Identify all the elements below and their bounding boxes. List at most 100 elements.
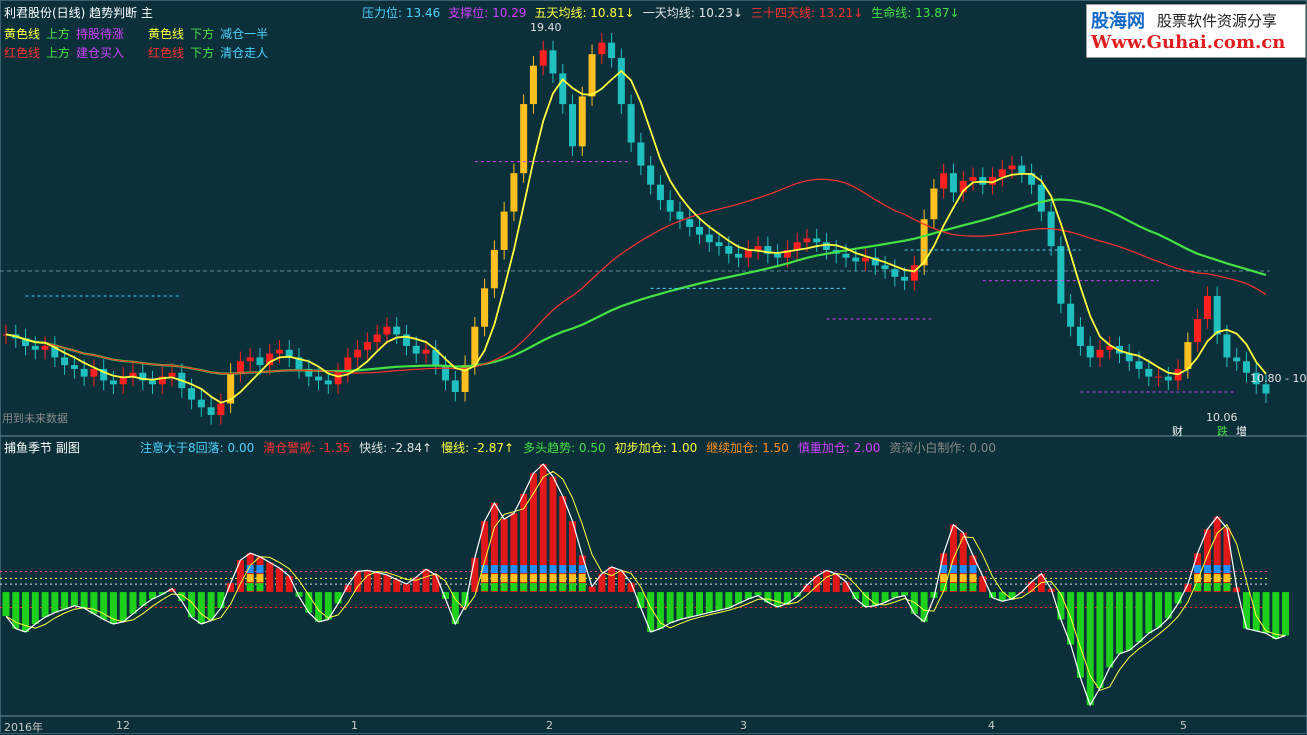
osc-bar	[1106, 592, 1114, 668]
candle-body	[41, 345, 49, 350]
legend-row-yellow: 黄色线 上方 持股待涨 黄色线 下方 减仓一半	[4, 25, 274, 42]
candle-body	[1194, 319, 1202, 343]
osc-bar	[373, 572, 381, 593]
logo-tagline: 股票软件资源分享	[1157, 12, 1278, 30]
candle-body	[80, 368, 88, 377]
candle-body	[188, 388, 196, 400]
candle-body	[315, 376, 323, 381]
candle-body	[910, 265, 918, 281]
bottom-marker-1: 跌	[1217, 425, 1228, 438]
candle-body	[578, 96, 586, 147]
time-axis-apr: 4	[988, 719, 995, 732]
osc-bar	[383, 574, 391, 593]
sub-indicator-4: 多头趋势: 0.50	[523, 441, 606, 455]
candle-body	[529, 65, 537, 105]
osc-band	[959, 583, 967, 592]
osc-band	[539, 565, 547, 574]
osc-bar	[1282, 592, 1290, 636]
osc-bar	[979, 576, 987, 593]
candle-body	[393, 326, 401, 335]
osc-band	[1203, 583, 1211, 592]
candle-body	[647, 165, 655, 185]
candle-body	[1096, 349, 1104, 358]
candle-body	[490, 249, 498, 289]
candle-body	[61, 357, 69, 366]
legend-item-1-4: 下方	[190, 46, 215, 60]
stock-chart-canvas[interactable]	[0, 0, 1307, 735]
osc-bar	[686, 592, 694, 618]
time-axis-year: 2016年	[4, 721, 43, 734]
candle-body	[324, 380, 332, 385]
candle-body	[1203, 296, 1211, 320]
osc-band	[500, 565, 508, 574]
candle-body	[442, 365, 450, 381]
candle-body	[744, 249, 752, 258]
osc-bar	[1115, 592, 1123, 654]
osc-band	[510, 565, 518, 574]
candle-body	[1164, 376, 1172, 381]
osc-band	[559, 583, 567, 592]
bottom-markers: 财 跌增	[1172, 423, 1255, 439]
candle-body	[1213, 296, 1221, 335]
candle-body	[539, 50, 547, 66]
legend-item-1-2: 建仓买入	[76, 46, 125, 60]
logo-brand: 股海网	[1091, 11, 1145, 32]
osc-band	[569, 574, 577, 583]
osc-band	[959, 565, 967, 574]
osc-band	[520, 583, 528, 592]
osc-bar	[266, 562, 274, 593]
candle-body	[197, 399, 205, 408]
osc-band	[578, 574, 586, 583]
main-indicator-5: 生命线: 13.87↓	[871, 6, 960, 20]
main-indicator-bar: 压力位: 13.46 支撑位: 10.29 五天均线: 10.81↓ 一天均线: 10…	[362, 4, 968, 21]
candle-body	[207, 407, 215, 415]
candle-body	[549, 50, 557, 74]
candle-body	[354, 349, 362, 358]
candle-body	[275, 349, 283, 354]
candle-body	[1037, 184, 1045, 212]
candle-body	[1008, 165, 1016, 170]
osc-band	[949, 583, 957, 592]
candle-body	[1223, 334, 1231, 358]
osc-band	[969, 565, 977, 574]
legend-item-0-2: 持股待涨	[76, 27, 125, 41]
time-axis-may: 5	[1180, 719, 1187, 732]
legend-item-1-3: 红色线	[148, 46, 185, 60]
osc-band	[559, 565, 567, 574]
osc-band	[1203, 574, 1211, 583]
osc-bar	[207, 592, 215, 621]
candle-body	[803, 238, 811, 243]
candle-body	[1135, 361, 1143, 369]
osc-band	[529, 565, 537, 574]
osc-band	[1203, 565, 1211, 574]
osc-band	[969, 574, 977, 583]
osc-bar	[1155, 592, 1163, 628]
candle-body	[1145, 368, 1153, 377]
candle-body	[725, 246, 733, 254]
candle-body	[676, 211, 684, 220]
candle-body	[852, 257, 860, 262]
sub-indicator-7: 慎重加仓: 2.00	[797, 441, 881, 455]
legend-item-0-0: 黄色线	[4, 27, 41, 41]
candle-body	[715, 242, 723, 247]
osc-band	[246, 583, 254, 592]
main-indicator-2: 五天均线: 10.81↓	[534, 6, 635, 20]
bottom-marker-0: 财	[1172, 425, 1183, 438]
osc-band	[578, 583, 586, 592]
candle-body	[1076, 326, 1084, 346]
candle-body	[627, 104, 635, 143]
osc-band	[959, 574, 967, 583]
candle-body	[969, 177, 977, 181]
candle-body	[520, 104, 528, 174]
osc-band	[481, 583, 489, 592]
osc-band	[490, 565, 498, 574]
osc-band	[1213, 574, 1221, 583]
candle-body	[822, 242, 830, 250]
sub-indicator-5: 初步加仓: 1.00	[614, 441, 698, 455]
candle-body	[471, 326, 479, 366]
candle-body	[1018, 165, 1026, 174]
osc-band	[1213, 583, 1221, 592]
osc-band	[481, 574, 489, 583]
candle-body	[383, 326, 391, 335]
legend-item-0-1: 上方	[46, 27, 71, 41]
